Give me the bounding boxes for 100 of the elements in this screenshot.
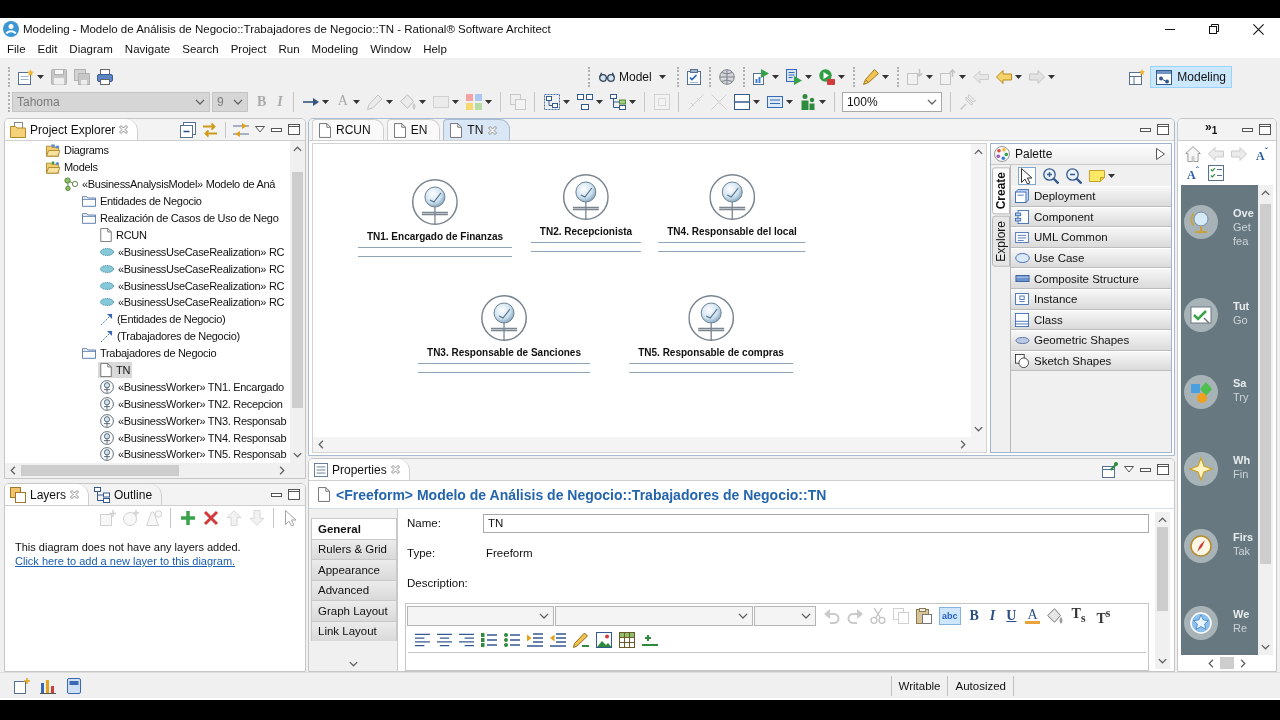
horizontal-rule-icon[interactable]: [642, 634, 658, 646]
tree-item[interactable]: RCUN: [98, 226, 149, 243]
scroll-down-icon[interactable]: [1158, 658, 1167, 664]
paint-bucket-icon[interactable]: [1046, 608, 1063, 624]
table-icon[interactable]: [619, 632, 635, 648]
property-section-tab[interactable]: Link Layout: [311, 620, 397, 641]
chart-check-icon[interactable]: [1184, 298, 1218, 332]
minimize-icon[interactable]: [271, 127, 282, 132]
tree-item[interactable]: Models: [44, 159, 100, 176]
tree-item[interactable]: «BusinessAnalysisModel» Modelo de Aná: [62, 176, 278, 193]
palette-drawer[interactable]: Class: [1011, 309, 1171, 331]
property-section-tab[interactable]: Appearance: [311, 559, 397, 580]
minimize-icon[interactable]: [1242, 127, 1253, 132]
indent-icon[interactable]: [527, 632, 543, 648]
tree-item[interactable]: «BusinessWorker» TN5. Responsab: [98, 446, 289, 463]
globe-icon[interactable]: [718, 69, 735, 85]
font-larger-button[interactable]: A$^{ˆ}$: [1185, 162, 1201, 183]
image-icon[interactable]: [596, 632, 612, 648]
align-left-icon[interactable]: [415, 633, 430, 647]
outdent-icon[interactable]: [550, 632, 566, 648]
property-section-tab[interactable]: General: [311, 518, 397, 539]
scroll-left-icon[interactable]: [10, 466, 16, 475]
chevron-icon[interactable]: [738, 613, 748, 619]
spell-check-button[interactable]: abc: [939, 607, 961, 625]
tree-item[interactable]: «BusinessUseCaseRealization» RC: [98, 260, 287, 277]
editor-tab[interactable]: RCUN: [312, 119, 384, 140]
caret-icon[interactable]: [1014, 75, 1022, 79]
document-play-icon[interactable]: [785, 69, 802, 85]
scroll-down-icon[interactable]: [974, 426, 983, 432]
caret-icon[interactable]: [771, 75, 779, 79]
minimize-icon[interactable]: [271, 492, 282, 497]
maximize-icon[interactable]: [288, 489, 300, 500]
menu-item[interactable]: Edit: [31, 43, 64, 55]
vertical-scrollbar[interactable]: [1155, 512, 1170, 669]
scroll-up-icon[interactable]: [293, 146, 302, 152]
align-center-icon[interactable]: [437, 633, 452, 647]
caret-icon[interactable]: [562, 100, 570, 104]
triangle-icon[interactable]: [1156, 148, 1165, 160]
chevron-icon[interactable]: [801, 613, 811, 619]
sparkle-icon[interactable]: [1184, 452, 1218, 486]
property-section-tab[interactable]: Advanced: [311, 579, 397, 600]
maximize-icon[interactable]: [1157, 464, 1169, 475]
business-worker-node[interactable]: TN2. Recepcionista: [530, 174, 642, 252]
tree-item[interactable]: «BusinessWorker» TN2. Recepcion: [98, 395, 285, 412]
chevron-icon[interactable]: [926, 99, 937, 105]
scroll-left-icon[interactable]: [1208, 658, 1214, 668]
tree-item[interactable]: «BusinessUseCaseRealization» RC: [98, 294, 287, 311]
minimize-icon[interactable]: [1140, 127, 1151, 132]
scrollbar-thumb[interactable]: [21, 465, 179, 476]
underline-button[interactable]: U: [1004, 608, 1019, 624]
star-badge-icon[interactable]: [1184, 606, 1218, 640]
model-button[interactable]: Model: [596, 68, 669, 86]
view-menu-icon[interactable]: [1124, 466, 1134, 473]
palette-drawer[interactable]: Component: [1011, 206, 1171, 228]
new-wizard-icon[interactable]: [18, 69, 34, 85]
delete-icon[interactable]: [203, 510, 219, 526]
home-icon[interactable]: [1185, 145, 1201, 162]
subscript-button[interactable]: T$_{s}$: [1069, 605, 1088, 627]
menu-item[interactable]: Help: [417, 43, 453, 55]
zoom-dropdown[interactable]: 100%: [841, 92, 942, 112]
tree-item[interactable]: TN: [98, 362, 133, 378]
project-explorer-tab[interactable]: Project Explorer: [5, 119, 139, 140]
property-section-tab[interactable]: Rulers & Grid: [311, 538, 397, 559]
dropdown-field[interactable]: [555, 606, 753, 626]
tree-item[interactable]: (Entidades de Negocio): [98, 311, 228, 328]
welcome-item-title[interactable]: Tut: [1233, 299, 1250, 313]
business-worker-node[interactable]: TN3. Responsable de Sanciones: [418, 295, 590, 373]
globe-icon[interactable]: [1184, 205, 1218, 239]
report-play-icon[interactable]: [752, 69, 769, 85]
maximize-icon[interactable]: [288, 124, 300, 135]
welcome-item-title[interactable]: We: [1233, 607, 1250, 621]
view-menu-icon[interactable]: [255, 126, 265, 133]
tree-item[interactable]: «BusinessWorker» TN3. Responsab: [98, 412, 289, 429]
scroll-up-icon[interactable]: [1158, 517, 1167, 523]
arrange-icon[interactable]: [543, 94, 560, 110]
caret-icon[interactable]: [837, 75, 845, 79]
welcome-item-title[interactable]: Ove: [1233, 206, 1254, 220]
italic-button[interactable]: I: [987, 608, 998, 624]
pencil-icon[interactable]: [573, 632, 589, 648]
pointer-icon[interactable]: [1018, 166, 1036, 185]
palette-drawer[interactable]: UML Common: [1011, 227, 1171, 248]
scroll-up-icon[interactable]: [1261, 190, 1270, 196]
caret-icon[interactable]: [658, 75, 666, 79]
horizontal-scrollbar[interactable]: [5, 463, 305, 478]
more-views-button[interactable]: »$_{1}$: [1205, 120, 1218, 139]
caret-icon[interactable]: [1108, 173, 1115, 178]
maximize-icon[interactable]: [1259, 124, 1271, 135]
welcome-item-title[interactable]: Sa: [1233, 376, 1249, 390]
welcome-item-title[interactable]: Firs: [1233, 530, 1254, 544]
chevron-icon[interactable]: [539, 613, 549, 619]
caret-icon[interactable]: [785, 100, 793, 104]
property-section-tab[interactable]: Graph Layout: [311, 600, 397, 621]
caret-icon[interactable]: [881, 75, 889, 79]
scroll-right-icon[interactable]: [279, 466, 285, 475]
caret-icon[interactable]: [628, 100, 636, 104]
font-color-button[interactable]: A: [1025, 608, 1040, 624]
list-box-icon[interactable]: [766, 96, 783, 108]
people-icon[interactable]: [799, 94, 816, 110]
close-icon[interactable]: [1252, 23, 1264, 35]
palette-drawer[interactable]: Use Case: [1011, 247, 1171, 269]
